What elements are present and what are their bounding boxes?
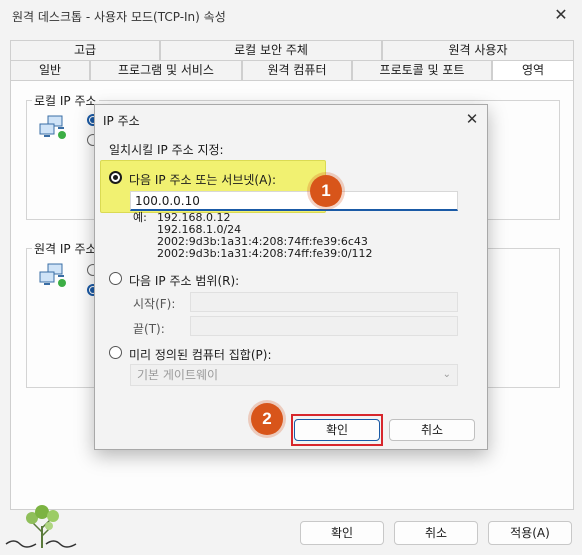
range-from-label: 시작(F): bbox=[133, 297, 176, 311]
dialog-cancel-button[interactable]: 취소 bbox=[389, 419, 475, 441]
close-icon[interactable]: ✕ bbox=[461, 108, 483, 130]
step1-badge: 1 bbox=[310, 175, 342, 207]
tab-advanced[interactable]: 고급 bbox=[10, 40, 160, 60]
examples-label: 예: bbox=[133, 211, 147, 224]
example-item: 2002:9d3b:1a31:4:208:74ff:fe39:0/112 bbox=[157, 247, 373, 260]
option-address-subnet-label: 다음 IP 주소 또는 서브넷(A): bbox=[129, 173, 277, 187]
network-computers-icon bbox=[39, 263, 66, 287]
option-range-radio[interactable] bbox=[109, 272, 122, 285]
tab-programs-services[interactable]: 프로그램 및 서비스 bbox=[90, 60, 242, 80]
range-to-label: 끝(T): bbox=[133, 322, 165, 336]
dialog-title: IP 주소 bbox=[103, 114, 140, 128]
local-ip-group-label: 로컬 IP 주소 bbox=[32, 92, 99, 109]
option-range-label: 다음 IP 주소 범위(R): bbox=[129, 274, 240, 288]
tab-remote-users[interactable]: 원격 사용자 bbox=[382, 40, 574, 60]
option-predefined-label: 미리 정의된 컴퓨터 집합(P): bbox=[129, 348, 272, 362]
predefined-set-select[interactable]: 기본 게이트웨이 ⌄ bbox=[130, 364, 458, 386]
tab-protocols-ports[interactable]: 프로토콜 및 포트 bbox=[352, 60, 492, 80]
ip-address-dialog: IP 주소 ✕ 일치시킬 IP 주소 지정: 다음 IP 주소 또는 서브넷(A… bbox=[94, 104, 488, 450]
tab-local-principals[interactable]: 로컬 보안 주체 bbox=[160, 40, 382, 60]
blog-logo bbox=[5, 505, 77, 548]
tab-remote-computers[interactable]: 원격 컴퓨터 bbox=[242, 60, 352, 80]
network-computers-icon bbox=[39, 115, 66, 139]
title-bar: 원격 데스크톱 - 사용자 모드(TCP-In) 속성 ✕ bbox=[0, 0, 582, 32]
examples-block: 예: 192.168.0.12 192.168.1.0/24 2002:9d3b:… bbox=[133, 212, 373, 260]
step2-badge: 2 bbox=[251, 403, 283, 435]
tab-general[interactable]: 일반 bbox=[10, 60, 90, 80]
window-title: 원격 데스크톱 - 사용자 모드(TCP-In) 속성 bbox=[12, 10, 226, 24]
properties-window: 원격 데스크톱 - 사용자 모드(TCP-In) 속성 ✕ 고급 로컬 보안 주… bbox=[0, 0, 582, 555]
apply-button[interactable]: 적용(A) bbox=[488, 521, 572, 545]
option-address-subnet-radio[interactable] bbox=[109, 171, 122, 184]
cancel-button[interactable]: 취소 bbox=[394, 521, 478, 545]
close-icon[interactable]: ✕ bbox=[548, 4, 574, 28]
remote-ip-group-label: 원격 IP 주소 bbox=[32, 240, 99, 257]
chevron-down-icon: ⌄ bbox=[442, 369, 451, 380]
tab-scope[interactable]: 영역 bbox=[492, 60, 574, 80]
option-predefined-radio[interactable] bbox=[109, 346, 122, 359]
range-from-input[interactable] bbox=[190, 292, 458, 312]
specify-ip-prompt: 일치시킬 IP 주소 지정: bbox=[109, 143, 224, 157]
address-subnet-input[interactable]: 100.0.0.10 bbox=[130, 191, 458, 211]
ok-button[interactable]: 확인 bbox=[300, 521, 384, 545]
range-to-input[interactable] bbox=[190, 316, 458, 336]
step2-outline bbox=[291, 414, 383, 446]
predefined-set-value: 기본 게이트웨이 bbox=[137, 368, 219, 382]
